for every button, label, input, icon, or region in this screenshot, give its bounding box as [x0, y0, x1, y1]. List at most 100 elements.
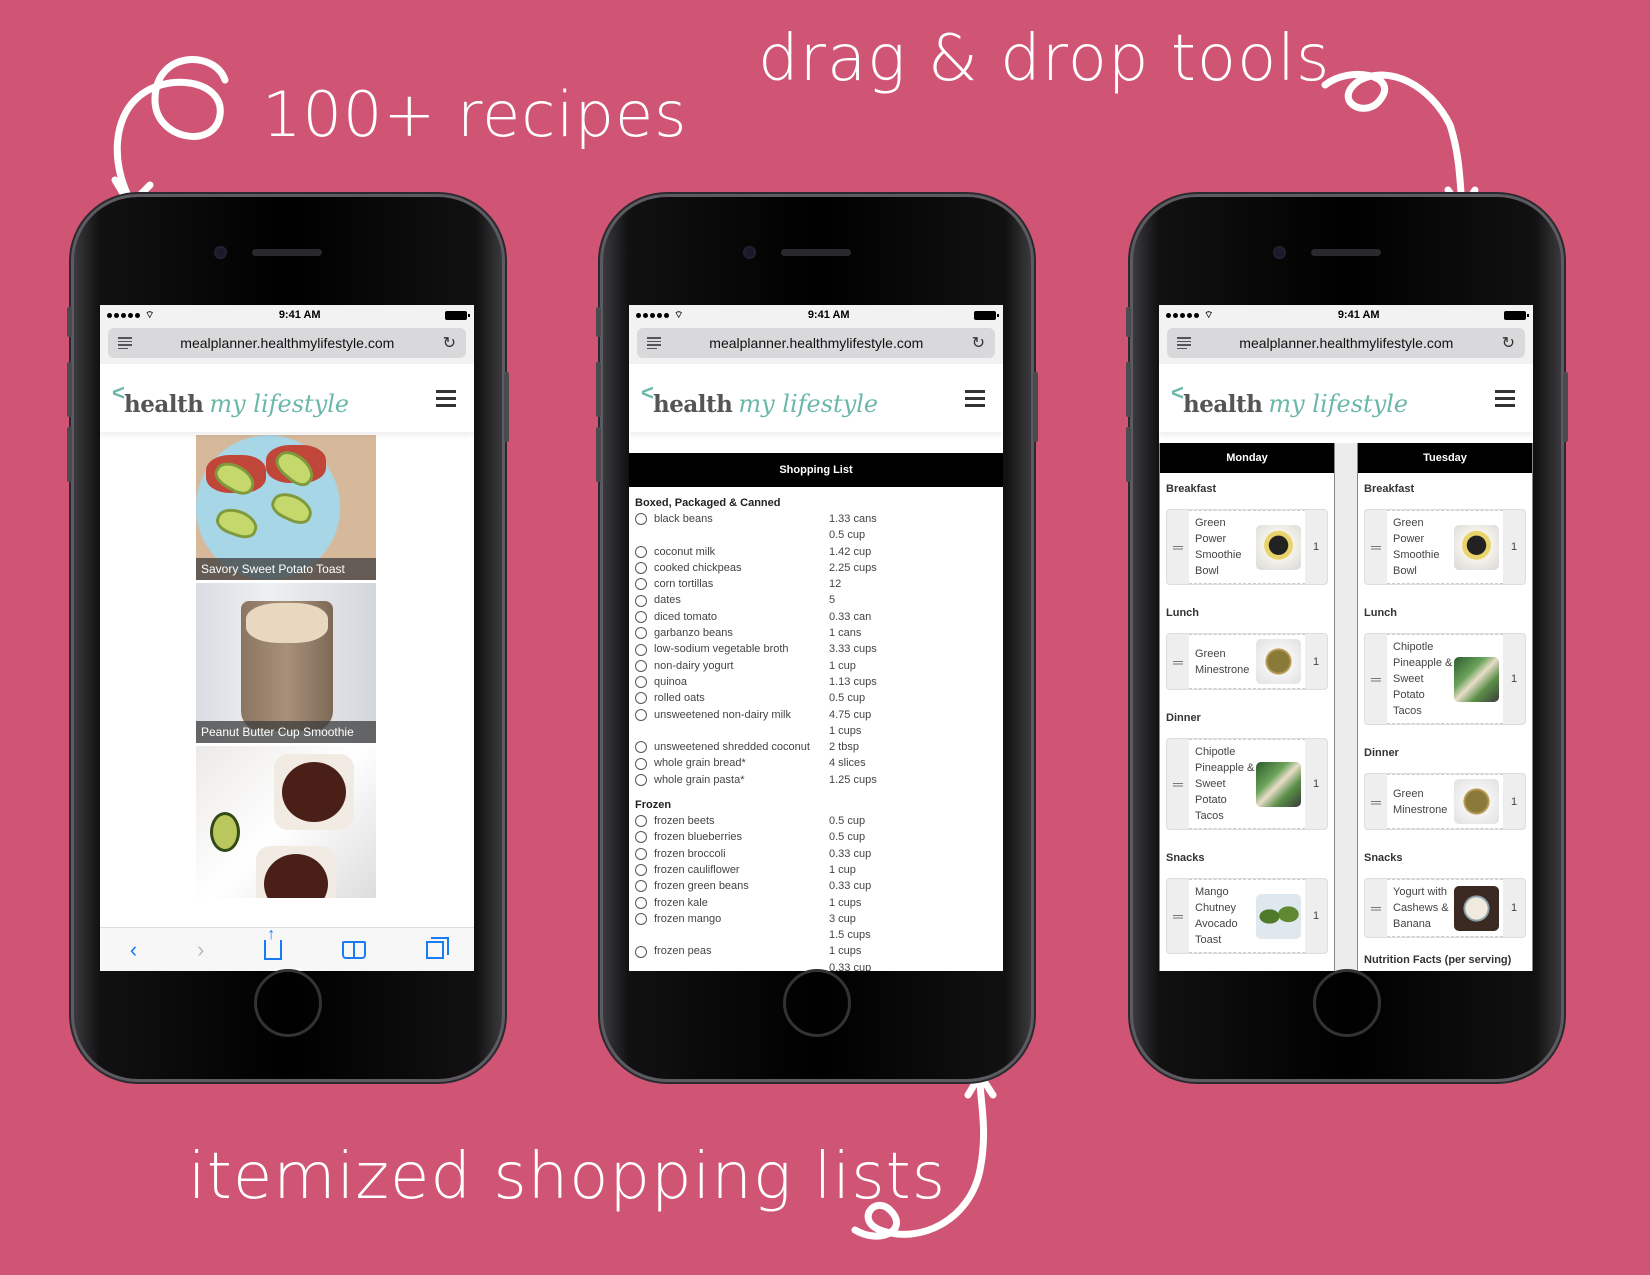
hamburger-icon[interactable]: [1495, 389, 1515, 407]
item-checkbox[interactable]: [635, 578, 647, 591]
reader-icon[interactable]: [1177, 337, 1191, 349]
item-checkbox[interactable]: [635, 847, 647, 860]
meal-card[interactable]: ═ Green Power Smoothie Bowl 1: [1166, 509, 1328, 585]
item-checkbox[interactable]: [635, 676, 647, 689]
meal-card-body[interactable]: Green Power Smoothie Bowl: [1189, 510, 1305, 584]
serving-quantity[interactable]: 1: [1305, 879, 1327, 953]
item-checkbox[interactable]: [635, 741, 647, 754]
meal-card-body[interactable]: Mango Chutney Avocado Toast: [1189, 879, 1305, 953]
serving-quantity[interactable]: 1: [1305, 510, 1327, 584]
back-button[interactable]: ‹: [130, 937, 137, 963]
drag-handle-icon[interactable]: ═: [1365, 634, 1387, 724]
reload-icon[interactable]: ↻: [1502, 333, 1515, 353]
recipe-card[interactable]: [196, 746, 376, 898]
meal-card[interactable]: ═ Green Power Smoothie Bowl 1: [1364, 509, 1526, 585]
drag-handle-icon[interactable]: ═: [1167, 634, 1189, 689]
site-logo[interactable]: < health my lifestyle: [641, 378, 878, 418]
meal-card[interactable]: ═ Mango Chutney Avocado Toast 1: [1166, 878, 1328, 954]
site-logo[interactable]: < health my lifestyle: [112, 378, 349, 418]
tabs-icon[interactable]: [426, 936, 450, 959]
url-bar[interactable]: mealplanner.healthmylifestyle.com ↻: [108, 328, 466, 358]
drag-handle-icon[interactable]: ═: [1167, 739, 1189, 829]
forward-button[interactable]: ›: [197, 937, 204, 963]
drag-handle-icon[interactable]: ═: [1167, 879, 1189, 953]
shopping-item-row: black beans 1.33 cans: [635, 511, 997, 527]
item-checkbox[interactable]: [635, 773, 647, 786]
bookmarks-icon[interactable]: [342, 940, 367, 959]
shopping-item-row: frozen kale 1 cups: [635, 895, 997, 911]
safari-toolbar: ‹ ›: [100, 926, 474, 971]
item-checkbox[interactable]: [635, 610, 647, 623]
shopping-item-row: quinoa 1.13 cups: [635, 674, 997, 690]
drag-handle-icon[interactable]: ═: [1365, 879, 1387, 937]
recipe-card[interactable]: Peanut Butter Cup Smoothie: [196, 583, 376, 743]
site-logo[interactable]: < health my lifestyle: [1171, 378, 1408, 418]
meal-card[interactable]: ═ Chipotle Pineapple & Sweet Potato Tacos…: [1364, 633, 1526, 725]
url-bar[interactable]: mealplanner.healthmylifestyle.com ↻: [1167, 328, 1525, 358]
home-button[interactable]: [1313, 969, 1381, 1037]
item-checkbox[interactable]: [635, 815, 647, 828]
item-checkbox[interactable]: [635, 757, 647, 770]
meal-card-body[interactable]: Chipotle Pineapple & Sweet Potato Tacos: [1189, 739, 1305, 829]
phone-shopping-list: ⌔ 9:41 AM mealplanner.healthmylifestyle.…: [596, 197, 1038, 1079]
reader-icon[interactable]: [647, 337, 661, 349]
item-quantity: 1 cup: [829, 659, 856, 672]
phone-meal-planner: ⌔ 9:41 AM mealplanner.healthmylifestyle.…: [1126, 197, 1568, 1079]
item-checkbox[interactable]: [635, 545, 647, 558]
item-checkbox[interactable]: [635, 880, 647, 893]
url-text[interactable]: mealplanner.healthmylifestyle.com: [1239, 335, 1453, 351]
drag-handle-icon[interactable]: ═: [1365, 510, 1387, 584]
meal-card-body[interactable]: Green Minestrone: [1189, 634, 1305, 689]
item-checkbox[interactable]: [635, 912, 647, 925]
item-checkbox[interactable]: [635, 864, 647, 877]
recipe-card[interactable]: Savory Sweet Potato Toast: [196, 435, 376, 580]
home-button[interactable]: [783, 969, 851, 1037]
battery-icon: [974, 310, 999, 320]
url-text[interactable]: mealplanner.healthmylifestyle.com: [180, 335, 394, 351]
item-checkbox[interactable]: [635, 643, 647, 656]
meal-card[interactable]: ═ Yogurt with Cashews & Banana 1: [1364, 878, 1526, 938]
meal-card-body[interactable]: Chipotle Pineapple & Sweet Potato Tacos: [1387, 634, 1503, 724]
reload-icon[interactable]: ↻: [443, 333, 456, 353]
drag-handle-icon[interactable]: ═: [1167, 510, 1189, 584]
item-checkbox[interactable]: [635, 708, 647, 721]
recipe-thumbnail: [1454, 524, 1499, 570]
serving-quantity[interactable]: 1: [1305, 739, 1327, 829]
meal-slot-label: Lunch: [1364, 607, 1397, 619]
url-bar[interactable]: mealplanner.healthmylifestyle.com ↻: [637, 328, 995, 358]
serving-quantity[interactable]: 1: [1503, 879, 1525, 937]
serving-quantity[interactable]: 1: [1503, 634, 1525, 724]
meal-card-body[interactable]: Yogurt with Cashews & Banana: [1387, 879, 1503, 937]
hamburger-icon[interactable]: [965, 389, 985, 407]
item-checkbox[interactable]: [635, 513, 647, 526]
meal-card[interactable]: ═ Chipotle Pineapple & Sweet Potato Tacos…: [1166, 738, 1328, 830]
hamburger-icon[interactable]: [436, 389, 456, 407]
meal-card[interactable]: ═ Green Minestrone 1: [1166, 633, 1328, 690]
meal-card-body[interactable]: Green Minestrone: [1387, 774, 1503, 829]
home-button[interactable]: [254, 969, 322, 1037]
item-checkbox[interactable]: [635, 659, 647, 672]
drag-handle-icon[interactable]: ═: [1365, 774, 1387, 829]
url-text[interactable]: mealplanner.healthmylifestyle.com: [709, 335, 923, 351]
item-checkbox[interactable]: [635, 831, 647, 844]
recipe-image: [196, 583, 376, 743]
meal-card-body[interactable]: Green Power Smoothie Bowl: [1387, 510, 1503, 584]
item-checkbox[interactable]: [635, 594, 647, 607]
item-checkbox[interactable]: [635, 562, 647, 575]
serving-quantity[interactable]: 1: [1305, 634, 1327, 689]
reader-icon[interactable]: [118, 337, 132, 349]
screen: ⌔ 9:41 AM mealplanner.healthmylifestyle.…: [629, 305, 1003, 971]
reload-icon[interactable]: ↻: [972, 333, 985, 353]
item-quantity: 4.75 cup: [829, 708, 872, 721]
item-checkbox[interactable]: [635, 945, 647, 958]
meal-card[interactable]: ═ Green Minestrone 1: [1364, 773, 1526, 830]
item-checkbox[interactable]: [635, 692, 647, 705]
recipe-list: Savory Sweet Potato Toast Peanut Butter …: [196, 435, 376, 901]
serving-quantity[interactable]: 1: [1503, 510, 1525, 584]
item-checkbox[interactable]: [635, 627, 647, 640]
share-icon[interactable]: [264, 926, 283, 960]
item-checkbox[interactable]: [635, 896, 647, 909]
serving-quantity[interactable]: 1: [1503, 774, 1525, 829]
shopping-item-row: garbanzo beans 1 cans: [635, 625, 997, 641]
headline-recipes: 100+ recipes: [262, 78, 688, 151]
